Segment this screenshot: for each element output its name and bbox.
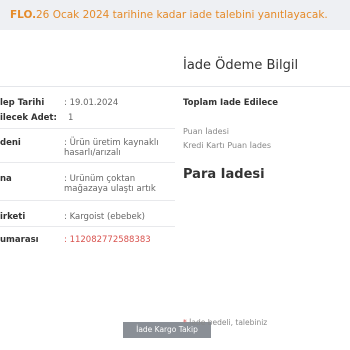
footnote-text: İade bedeli, talebiniz	[186, 318, 268, 327]
return-quantity-value: 1	[68, 113, 74, 123]
points-refund-label: Puan İadesi	[183, 127, 229, 136]
credit-card-points-refund-label: Kredi Kartı Puan İades	[183, 141, 272, 150]
divider	[0, 86, 350, 87]
row-divider	[0, 128, 175, 129]
description-label: na	[0, 174, 12, 184]
return-detail-page: FLO. 26 Ocak 2024 tarihine kadar iade ta…	[0, 0, 350, 350]
row-divider	[0, 200, 175, 201]
banner-message: 26 Ocak 2024 tarihine kadar iade talebin…	[36, 9, 328, 21]
notice-banner: FLO. 26 Ocak 2024 tarihine kadar iade ta…	[0, 0, 350, 30]
return-reason-value: : Ürün üretim kaynaklı hasarlı/arızalı	[64, 138, 159, 158]
request-date-value: : 19.01.2024	[64, 98, 119, 108]
row-divider	[0, 162, 175, 163]
row-divider	[0, 226, 175, 227]
brand-prefix: FLO.	[10, 9, 37, 21]
return-quantity-label: ilecek Adet:	[0, 113, 57, 123]
tracking-number-value[interactable]: : 112082772588383	[64, 235, 151, 245]
money-refund-title: Para İadesi	[183, 167, 265, 182]
description-value: : Ürünüm çoktan mağazaya ulaştı artık ta…	[64, 174, 156, 194]
tracking-number-label: umarası	[0, 235, 39, 245]
return-reason-label: deni	[0, 138, 21, 148]
cargo-company-label: irketi	[0, 212, 26, 222]
total-refund-title: Toplam İade Edilece	[183, 98, 279, 108]
cargo-company-value: : Kargoist (ebebek)	[64, 212, 145, 222]
refund-footnote: * İade bedeli, talebiniz	[183, 318, 350, 327]
request-date-label: lep Tarihi	[0, 98, 45, 108]
refund-payment-info-title: İade Ödeme Bilgil	[183, 58, 299, 73]
